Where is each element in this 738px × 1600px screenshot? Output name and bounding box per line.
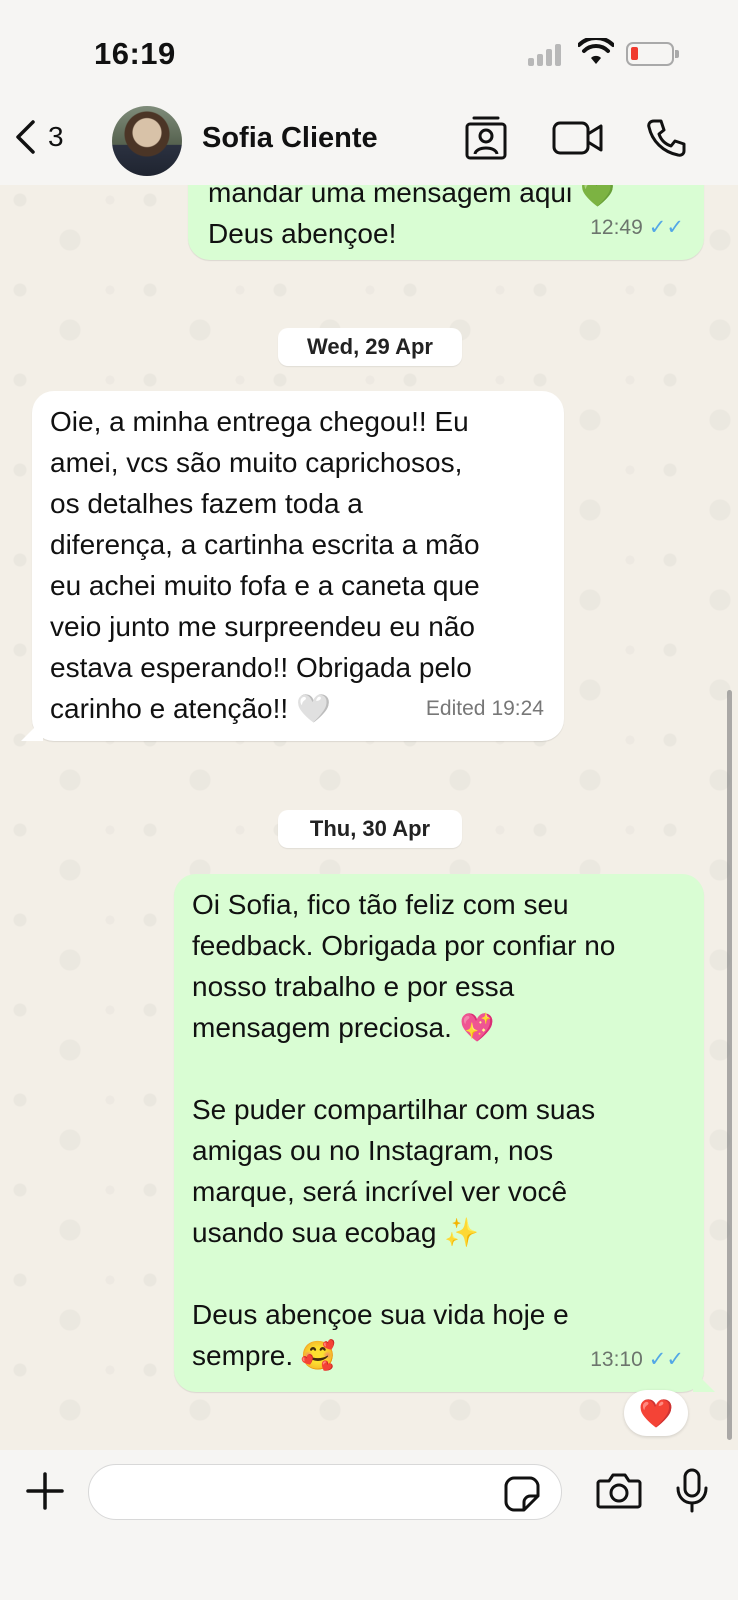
message-meta: 12:49 ✓✓ xyxy=(590,207,684,248)
battery-icon xyxy=(626,42,679,66)
sticker-icon[interactable] xyxy=(504,1476,540,1512)
message-meta: Edited 19:24 xyxy=(426,688,544,729)
heart-reaction[interactable]: ❤️ xyxy=(624,1390,688,1436)
read-receipt-icon: ✓✓ xyxy=(648,1348,684,1371)
back-button[interactable]: 3 xyxy=(14,112,84,162)
wifi-icon xyxy=(578,38,614,64)
message-text: Oie, a minha entrega chegou!! Eu amei, v… xyxy=(50,406,480,724)
message-time: 12:49 xyxy=(590,216,643,239)
message-input[interactable] xyxy=(88,1464,562,1520)
read-receipt-icon: ✓✓ xyxy=(648,216,684,239)
avatar[interactable] xyxy=(112,106,182,176)
scrollbar[interactable] xyxy=(727,690,732,1440)
date-separator: Thu, 30 Apr xyxy=(278,810,462,848)
message-meta: 13:10 ✓✓ xyxy=(590,1339,684,1380)
status-time: 16:19 xyxy=(94,36,176,71)
message-time: 13:10 xyxy=(590,1348,643,1371)
message-composer xyxy=(0,1450,738,1600)
edited-label: Edited xyxy=(425,697,486,720)
message-bubble-incoming[interactable]: Oie, a minha entrega chegou!! Eu amei, v… xyxy=(21,391,564,741)
contact-name[interactable]: Sofia Cliente xyxy=(202,122,378,155)
message-bubble-outgoing[interactable]: Oi Sofia, fico tão feliz com seu feedbac… xyxy=(174,874,715,1392)
date-separator: Wed, 29 Apr xyxy=(278,328,462,366)
plus-icon[interactable] xyxy=(24,1470,66,1512)
microphone-icon[interactable] xyxy=(675,1468,709,1514)
video-camera-icon[interactable] xyxy=(552,120,604,156)
phone-icon[interactable] xyxy=(646,118,686,158)
message-time: 19:24 xyxy=(491,697,544,720)
battery-level xyxy=(631,47,638,60)
contact-card-icon[interactable] xyxy=(464,114,508,162)
message-text: Oi Sofia, fico tão feliz com seu feedbac… xyxy=(192,889,616,1371)
chevron-left-icon xyxy=(16,120,35,154)
chat-header: 3 Sofia Cliente xyxy=(0,100,738,185)
camera-icon[interactable] xyxy=(596,1472,642,1510)
status-bar: 16:19 xyxy=(0,0,738,100)
unread-count: 3 xyxy=(48,121,64,152)
cellular-signal-icon xyxy=(528,42,566,66)
